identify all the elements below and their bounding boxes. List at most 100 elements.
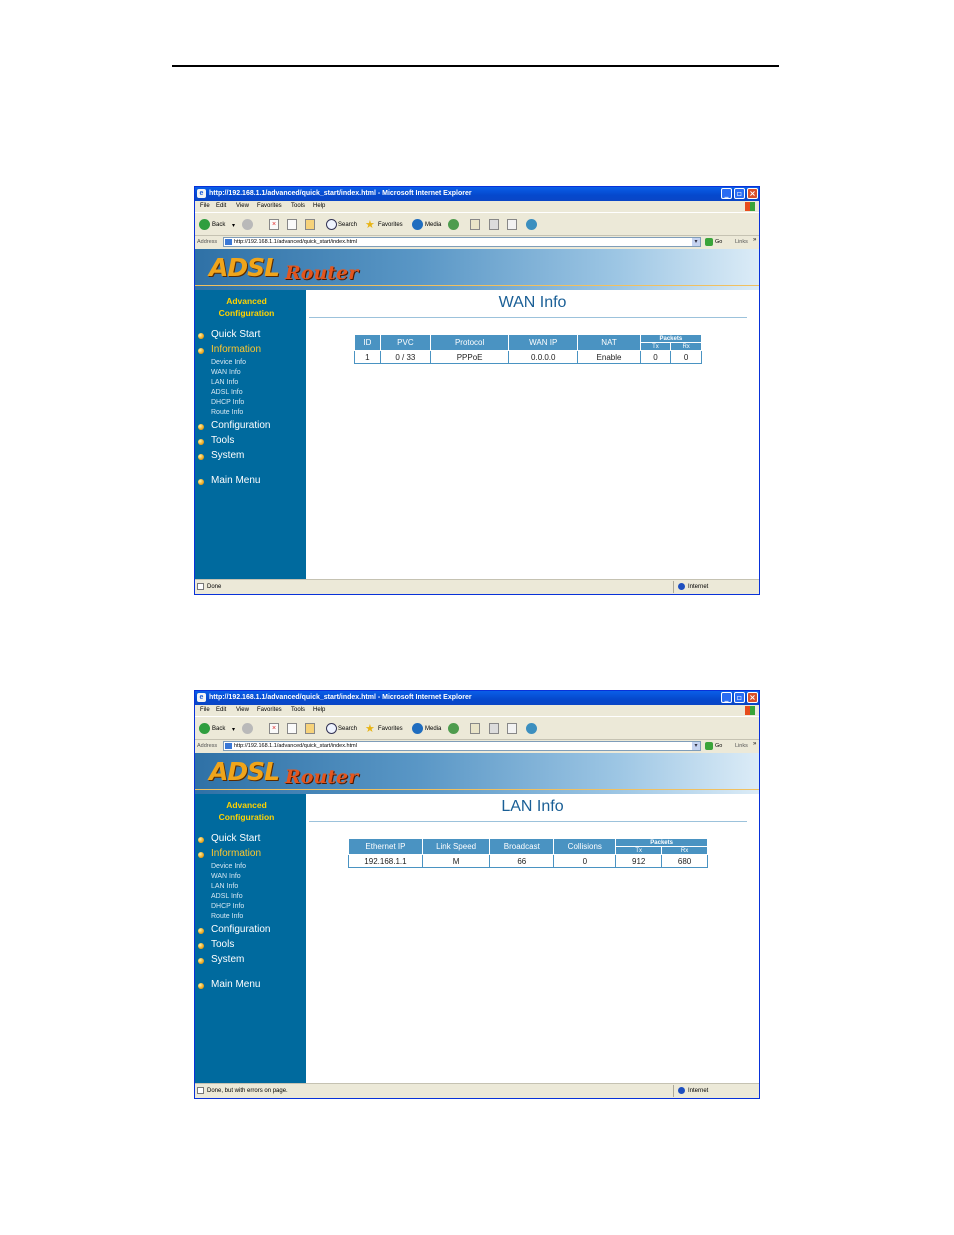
search-icon[interactable] xyxy=(326,723,337,734)
links-label[interactable]: Links xyxy=(735,239,748,245)
menu-tools[interactable]: Tools xyxy=(291,203,305,209)
refresh-icon[interactable] xyxy=(287,219,297,230)
menu-view[interactable]: View xyxy=(236,707,249,713)
lan-info-table: Ethernet IP Link Speed Broadcast Collisi… xyxy=(348,838,708,868)
links-label[interactable]: Links xyxy=(735,743,748,749)
media-icon[interactable] xyxy=(412,219,423,230)
links-chevron-icon[interactable]: » xyxy=(753,741,756,747)
stop-icon[interactable]: × xyxy=(269,723,279,734)
minimize-icon[interactable]: _ xyxy=(721,692,732,703)
menu-tools[interactable]: Tools xyxy=(291,707,305,713)
page-warning-icon[interactable] xyxy=(197,1087,204,1094)
windows-logo-icon xyxy=(745,706,755,715)
media-label[interactable]: Media xyxy=(425,222,441,228)
zone-label: Internet xyxy=(688,584,709,590)
back-dropdown-icon[interactable]: ▾ xyxy=(232,222,235,229)
stop-icon[interactable]: × xyxy=(269,219,279,230)
back-label[interactable]: Back xyxy=(212,726,225,732)
close-icon[interactable]: × xyxy=(747,188,758,199)
go-arrow-icon[interactable] xyxy=(705,238,713,246)
messenger-icon[interactable] xyxy=(526,219,537,230)
page-title: LAN Info xyxy=(501,798,564,815)
sidebar-subitem-lan-info[interactable]: LAN Info xyxy=(211,883,238,890)
ie-icon: e xyxy=(197,693,206,702)
sidebar-subitem-dhcp-info[interactable]: DHCP Info xyxy=(211,399,244,406)
go-arrow-icon[interactable] xyxy=(705,742,713,750)
sidebar-subitem-route-info[interactable]: Route Info xyxy=(211,913,243,920)
menu-edit[interactable]: Edit xyxy=(216,203,226,209)
sidebar-subitem-dhcp-info[interactable]: DHCP Info xyxy=(211,903,244,910)
menu-edit[interactable]: Edit xyxy=(216,707,226,713)
zone-label: Internet xyxy=(688,1088,709,1094)
back-label[interactable]: Back xyxy=(212,222,225,228)
menu-favorites[interactable]: Favorites xyxy=(257,203,282,209)
forward-icon[interactable] xyxy=(242,723,253,734)
go-button[interactable]: Go xyxy=(715,743,722,749)
messenger-icon[interactable] xyxy=(526,723,537,734)
back-icon[interactable] xyxy=(199,723,210,734)
sidebar-subitem-wan-info[interactable]: WAN Info xyxy=(211,873,241,880)
title-bar[interactable]: e http://192.168.1.1/advanced/quick_star… xyxy=(195,187,759,201)
address-dropdown-icon[interactable]: ▾ xyxy=(692,238,700,246)
history-icon[interactable] xyxy=(448,723,459,734)
menu-favorites[interactable]: Favorites xyxy=(257,707,282,713)
sidebar-subitem-device-info[interactable]: Device Info xyxy=(211,863,246,870)
links-chevron-icon[interactable]: » xyxy=(753,237,756,243)
search-icon[interactable] xyxy=(326,219,337,230)
print-icon[interactable] xyxy=(489,723,499,734)
sidebar-subitem-lan-info[interactable]: LAN Info xyxy=(211,379,238,386)
toolbar: Back ▾ × Search ★ Favorites Media xyxy=(195,212,759,236)
table-cell: 0.0.0.0 xyxy=(508,350,579,364)
address-dropdown-icon[interactable]: ▾ xyxy=(692,742,700,750)
search-label[interactable]: Search xyxy=(338,222,357,228)
address-input[interactable]: http://192.168.1.1/advanced/quick_start/… xyxy=(223,237,701,247)
edit-icon[interactable] xyxy=(507,219,517,230)
minimize-icon[interactable]: _ xyxy=(721,188,732,199)
menu-file[interactable]: File xyxy=(200,203,210,209)
favorites-star-icon[interactable]: ★ xyxy=(365,218,375,231)
banner-underline xyxy=(195,285,759,286)
forward-icon[interactable] xyxy=(242,219,253,230)
menu-file[interactable]: File xyxy=(200,707,210,713)
search-label[interactable]: Search xyxy=(338,726,357,732)
go-button[interactable]: Go xyxy=(715,239,722,245)
sidebar-subitem-wan-info[interactable]: WAN Info xyxy=(211,369,241,376)
media-label[interactable]: Media xyxy=(425,726,441,732)
column-header-tx: Tx xyxy=(639,342,672,351)
close-icon[interactable]: × xyxy=(747,692,758,703)
sidebar-subitem-adsl-info[interactable]: ADSL Info xyxy=(211,389,243,396)
edit-icon[interactable] xyxy=(507,723,517,734)
maximize-icon[interactable]: ▫ xyxy=(734,188,745,199)
favorites-label[interactable]: Favorites xyxy=(378,726,403,732)
column-header: WAN IP xyxy=(508,334,579,351)
home-icon[interactable] xyxy=(305,219,315,230)
menu-help[interactable]: Help xyxy=(313,203,325,209)
bullet-icon xyxy=(198,454,204,460)
home-icon[interactable] xyxy=(305,723,315,734)
menu-help[interactable]: Help xyxy=(313,707,325,713)
table-cell: 0 xyxy=(553,854,617,868)
sidebar-subitem-adsl-info[interactable]: ADSL Info xyxy=(211,893,243,900)
bullet-icon xyxy=(198,958,204,964)
mail-icon[interactable] xyxy=(470,219,480,230)
favorites-label[interactable]: Favorites xyxy=(378,222,403,228)
sidebar-subitem-route-info[interactable]: Route Info xyxy=(211,409,243,416)
media-icon[interactable] xyxy=(412,723,423,734)
address-input[interactable]: http://192.168.1.1/advanced/quick_start/… xyxy=(223,741,701,751)
back-icon[interactable] xyxy=(199,219,210,230)
refresh-icon[interactable] xyxy=(287,723,297,734)
sidebar-subitem-device-info[interactable]: Device Info xyxy=(211,359,246,366)
title-divider xyxy=(309,317,747,318)
menu-view[interactable]: View xyxy=(236,203,249,209)
status-divider xyxy=(673,1085,674,1097)
mail-icon[interactable] xyxy=(470,723,480,734)
title-bar[interactable]: e http://192.168.1.1/advanced/quick_star… xyxy=(195,691,759,705)
maximize-icon[interactable]: ▫ xyxy=(734,692,745,703)
back-dropdown-icon[interactable]: ▾ xyxy=(232,726,235,733)
history-icon[interactable] xyxy=(448,219,459,230)
print-icon[interactable] xyxy=(489,219,499,230)
favorites-star-icon[interactable]: ★ xyxy=(365,722,375,735)
ie-icon: e xyxy=(197,189,206,198)
table-cell: 66 xyxy=(489,854,555,868)
menu-bar: File Edit View Favorites Tools Help xyxy=(195,201,759,212)
